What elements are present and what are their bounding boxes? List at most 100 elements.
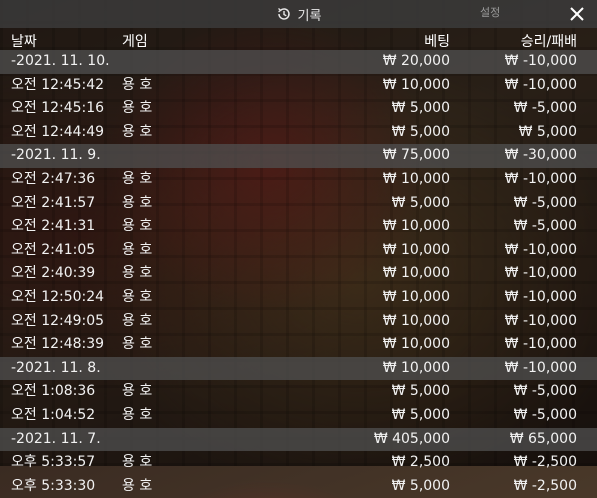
row-date: 오후 5:33:57 xyxy=(11,454,96,471)
date-group-row[interactable]: -2021. 11. 9. ₩ 75,000 ₩ -30,000 xyxy=(0,144,597,168)
row-date: 오전 2:41:31 xyxy=(11,218,96,235)
settings-tab[interactable]: 설정 xyxy=(480,4,500,20)
row-date: 오전 2:47:36 xyxy=(11,170,96,187)
row-game: 용 호 xyxy=(122,477,153,494)
history-row: 오전 2:40:39 용 호 ₩ 10,000 ₩ -10,000 xyxy=(0,262,597,286)
history-row: 오후 5:33:30 용 호 ₩ 5,000 ₩ -2,500 xyxy=(0,475,597,498)
row-bet: ₩ 5,000 xyxy=(391,406,450,423)
row-bet: ₩ 5,000 xyxy=(391,123,450,140)
row-result: ₩ 65,000 xyxy=(509,430,577,447)
history-row: 오후 5:33:57 용 호 ₩ 2,500 ₩ -2,500 xyxy=(0,451,597,475)
row-game: 용 호 xyxy=(122,265,153,282)
row-date: 오전 1:08:36 xyxy=(11,383,96,400)
row-result: ₩ -10,000 xyxy=(504,359,577,376)
column-game: 게임 xyxy=(122,34,148,50)
history-row: 오전 12:45:42 용 호 ₩ 10,000 ₩ -10,000 xyxy=(0,74,597,98)
row-game: 용 호 xyxy=(122,241,153,258)
row-date: 오전 2:40:39 xyxy=(11,265,96,282)
row-bet: ₩ 5,000 xyxy=(391,100,450,117)
row-result: ₩ -2,500 xyxy=(513,477,577,494)
row-bet: ₩ 10,000 xyxy=(382,265,450,282)
row-result: ₩ -10,000 xyxy=(504,312,577,329)
row-bet: ₩ 5,000 xyxy=(391,194,450,211)
row-date: 오후 5:33:30 xyxy=(11,477,96,494)
row-date: 오전 2:41:57 xyxy=(11,194,96,211)
row-game: 용 호 xyxy=(122,100,153,117)
row-result: ₩ -5,000 xyxy=(513,383,577,400)
row-date: 오전 12:45:42 xyxy=(11,76,105,93)
column-date: 날짜 xyxy=(11,34,37,50)
row-result: ₩ -5,000 xyxy=(513,218,577,235)
row-date: -2021. 11. 10. xyxy=(11,53,110,69)
history-clock-icon xyxy=(277,8,290,20)
row-result: ₩ -30,000 xyxy=(504,147,577,164)
row-game: 용 호 xyxy=(122,123,153,140)
row-game: 용 호 xyxy=(122,194,153,211)
row-bet: ₩ 10,000 xyxy=(382,288,450,305)
history-row: 오전 1:04:52 용 호 ₩ 5,000 ₩ -5,000 xyxy=(0,404,597,428)
header-title: 기록 xyxy=(297,8,322,24)
history-row: 오전 12:45:16 용 호 ₩ 5,000 ₩ -5,000 xyxy=(0,97,597,121)
history-row: 오전 2:41:05 용 호 ₩ 10,000 ₩ -10,000 xyxy=(0,239,597,263)
row-game: 용 호 xyxy=(122,383,153,400)
history-row: 오전 12:44:49 용 호 ₩ 5,000 ₩ 5,000 xyxy=(0,121,597,145)
row-bet: ₩ 10,000 xyxy=(382,76,450,93)
date-group-row[interactable]: -2021. 11. 7. ₩ 405,000 ₩ 65,000 xyxy=(0,427,597,452)
row-date: 오전 12:45:16 xyxy=(11,100,105,117)
row-game: 용 호 xyxy=(122,288,153,305)
history-row: 오전 2:47:36 용 호 ₩ 10,000 ₩ -10,000 xyxy=(0,168,597,192)
row-result: ₩ -5,000 xyxy=(513,100,577,117)
row-game: 용 호 xyxy=(122,312,153,329)
row-result: ₩ -10,000 xyxy=(504,265,577,282)
history-row: 오전 2:41:57 용 호 ₩ 5,000 ₩ -5,000 xyxy=(0,192,597,216)
row-date: 오전 12:44:49 xyxy=(11,123,105,140)
row-result: ₩ -10,000 xyxy=(504,288,577,305)
row-date: -2021. 11. 9. xyxy=(11,147,101,164)
row-game: 용 호 xyxy=(122,406,153,423)
row-bet: ₩ 10,000 xyxy=(382,336,450,353)
row-bet: ₩ 10,000 xyxy=(382,218,450,235)
row-result: ₩ -10,000 xyxy=(504,336,577,353)
history-row: 오전 2:41:31 용 호 ₩ 10,000 ₩ -5,000 xyxy=(0,215,597,239)
history-header: 기록 설정 xyxy=(0,0,597,28)
row-bet: ₩ 20,000 xyxy=(382,53,450,69)
column-result: 승리/패배 xyxy=(520,34,577,50)
history-row: 오전 12:49:05 용 호 ₩ 10,000 ₩ -10,000 xyxy=(0,310,597,334)
row-bet: ₩ 405,000 xyxy=(373,430,450,447)
date-group-row[interactable]: -2021. 11. 8. ₩ 10,000 ₩ -10,000 xyxy=(0,356,597,381)
history-list: -2021. 11. 10. ₩ 20,000 ₩ -10,000 오전 12:45:… xyxy=(0,50,597,498)
row-date: 오전 1:04:52 xyxy=(11,406,96,423)
row-result: ₩ -10,000 xyxy=(504,241,577,258)
row-game: 용 호 xyxy=(122,218,153,235)
row-date: -2021. 11. 7. xyxy=(11,430,101,447)
date-group-row[interactable]: -2021. 11. 10. ₩ 20,000 ₩ -10,000 xyxy=(0,50,597,74)
close-icon[interactable] xyxy=(567,4,587,24)
row-date: 오전 12:48:39 xyxy=(11,336,105,353)
row-result: ₩ -5,000 xyxy=(513,406,577,423)
row-date: -2021. 11. 8. xyxy=(11,359,101,376)
row-result: ₩ 5,000 xyxy=(518,123,577,140)
row-bet: ₩ 10,000 xyxy=(382,312,450,329)
row-bet: ₩ 10,000 xyxy=(382,359,450,376)
row-result: ₩ -10,000 xyxy=(504,170,577,187)
row-bet: ₩ 2,500 xyxy=(391,454,450,471)
history-row: 오전 12:50:24 용 호 ₩ 10,000 ₩ -10,000 xyxy=(0,286,597,310)
row-game: 용 호 xyxy=(122,336,153,353)
row-bet: ₩ 5,000 xyxy=(391,383,450,400)
row-date: 오전 12:49:05 xyxy=(11,312,105,329)
row-game: 용 호 xyxy=(122,170,153,187)
row-date: 오전 12:50:24 xyxy=(11,288,105,305)
row-game: 용 호 xyxy=(122,76,153,93)
history-row: 오전 1:08:36 용 호 ₩ 5,000 ₩ -5,000 xyxy=(0,380,597,404)
row-date: 오전 2:41:05 xyxy=(11,241,96,258)
row-result: ₩ -5,000 xyxy=(513,194,577,211)
row-game: 용 호 xyxy=(122,454,153,471)
row-bet: ₩ 10,000 xyxy=(382,170,450,187)
row-bet: ₩ 5,000 xyxy=(391,477,450,494)
column-header-row: 날짜 게임 베팅 승리/패배 xyxy=(0,28,597,50)
row-result: ₩ -10,000 xyxy=(504,76,577,93)
header-title-group: 기록 xyxy=(0,0,597,28)
column-bet: 베팅 xyxy=(424,34,450,50)
row-result: ₩ -10,000 xyxy=(504,53,577,69)
row-bet: ₩ 10,000 xyxy=(382,241,450,258)
